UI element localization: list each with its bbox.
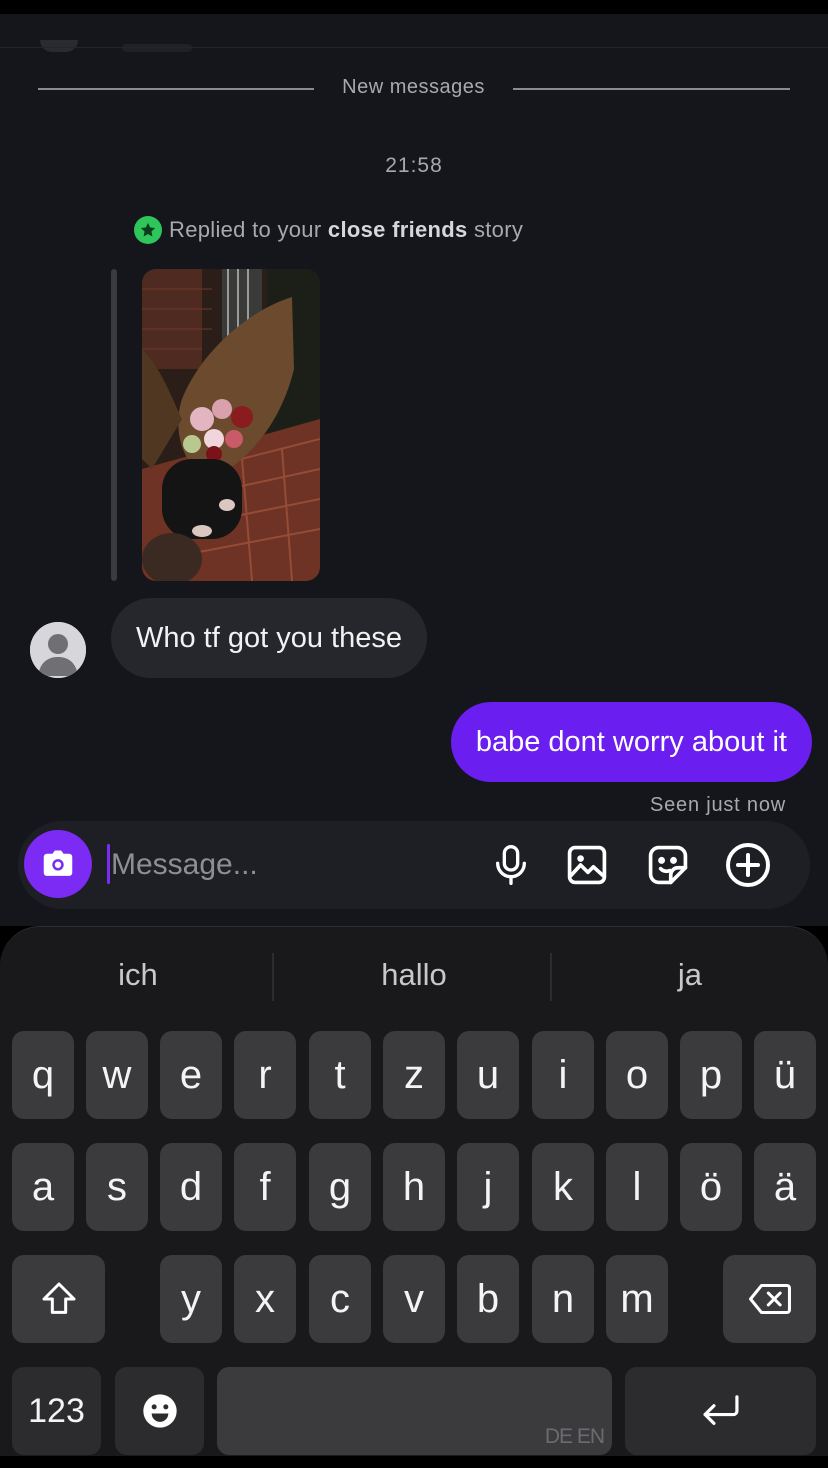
key-j[interactable]: j xyxy=(457,1143,519,1231)
chat-thread[interactable]: New messages 21:58 Replied to your close… xyxy=(0,14,828,926)
camera-button[interactable] xyxy=(24,830,92,898)
status-bar xyxy=(0,0,828,14)
key-b[interactable]: b xyxy=(457,1255,519,1343)
key-v[interactable]: v xyxy=(383,1255,445,1343)
numbers-key[interactable]: 123 xyxy=(12,1367,101,1455)
camera-icon xyxy=(43,850,73,876)
key-r[interactable]: r xyxy=(234,1031,296,1119)
key-m[interactable]: m xyxy=(606,1255,668,1343)
header-title-partial xyxy=(122,44,192,52)
key-s[interactable]: s xyxy=(86,1143,148,1231)
key-i[interactable]: i xyxy=(532,1031,594,1119)
return-arrow-icon xyxy=(702,1395,739,1425)
suggestion-2[interactable]: hallo xyxy=(276,957,552,993)
new-messages-divider: New messages xyxy=(38,76,790,98)
more-options-button[interactable] xyxy=(724,841,772,889)
backspace-key[interactable] xyxy=(723,1255,816,1343)
gallery-button[interactable] xyxy=(563,841,611,889)
suggestion-1[interactable]: ich xyxy=(0,957,276,993)
plus-circle-icon xyxy=(726,843,770,887)
key-n[interactable]: n xyxy=(532,1255,594,1343)
seen-status: Seen just now xyxy=(649,794,786,816)
new-messages-label: New messages xyxy=(342,76,485,98)
key-w[interactable]: w xyxy=(86,1031,148,1119)
key-z[interactable]: z xyxy=(383,1031,445,1119)
key-l[interactable]: l xyxy=(606,1143,668,1231)
close-friends-label: close friends xyxy=(327,217,468,242)
key-h[interactable]: h xyxy=(383,1143,445,1231)
message-composer xyxy=(18,821,810,909)
return-key[interactable] xyxy=(625,1367,816,1455)
key-a-umlaut[interactable]: ä xyxy=(754,1143,816,1231)
close-friends-star-icon xyxy=(134,216,162,244)
key-g[interactable]: g xyxy=(309,1143,371,1231)
key-t[interactable]: t xyxy=(309,1031,371,1119)
shift-key[interactable] xyxy=(12,1255,105,1343)
backspace-icon xyxy=(748,1283,791,1315)
key-u-umlaut[interactable]: ü xyxy=(754,1031,816,1119)
message-timestamp: 21:58 xyxy=(385,154,443,177)
sticker-button[interactable] xyxy=(644,841,692,889)
outgoing-message-bubble[interactable]: babe dont worry about it xyxy=(450,702,812,782)
key-p[interactable]: p xyxy=(680,1031,742,1119)
key-a[interactable]: a xyxy=(12,1143,74,1231)
microphone-button[interactable] xyxy=(487,841,535,889)
story-thumbnail[interactable] xyxy=(142,269,320,581)
story-reply-note: Replied to your close friends story xyxy=(134,216,523,244)
space-key[interactable]: DE EN xyxy=(217,1367,612,1455)
keyboard-language-label: DE EN xyxy=(544,1425,605,1448)
shift-arrow-icon xyxy=(42,1282,75,1314)
key-k[interactable]: k xyxy=(532,1143,594,1231)
home-indicator-area xyxy=(0,1456,828,1468)
story-reply-suffix: story xyxy=(473,217,524,242)
key-o-umlaut[interactable]: ö xyxy=(680,1143,742,1231)
header-divider xyxy=(0,47,828,48)
reply-quote-bar xyxy=(111,269,117,581)
on-screen-keyboard: ich hallo ja q w e r t z u i o p ü a s d… xyxy=(0,926,828,1468)
key-x[interactable]: x xyxy=(234,1255,296,1343)
sticker-icon xyxy=(648,845,688,885)
message-input[interactable] xyxy=(111,843,471,887)
suggestion-3[interactable]: ja xyxy=(552,957,828,993)
emoji-key[interactable] xyxy=(115,1367,204,1455)
key-f[interactable]: f xyxy=(234,1143,296,1231)
text-caret xyxy=(107,844,110,884)
microphone-icon xyxy=(496,845,526,885)
key-c[interactable]: c xyxy=(309,1255,371,1343)
emoji-icon xyxy=(142,1394,177,1428)
header-avatar-partial xyxy=(40,40,78,52)
key-y[interactable]: y xyxy=(160,1255,222,1343)
story-reply-prefix: Replied to your xyxy=(169,217,322,242)
incoming-message-bubble[interactable]: Who tf got you these xyxy=(111,598,427,678)
key-u[interactable]: u xyxy=(457,1031,519,1119)
sender-avatar[interactable] xyxy=(30,622,86,678)
key-d[interactable]: d xyxy=(160,1143,222,1231)
key-e[interactable]: e xyxy=(160,1031,222,1119)
key-q[interactable]: q xyxy=(12,1031,74,1119)
image-icon xyxy=(567,845,607,885)
key-o[interactable]: o xyxy=(606,1031,668,1119)
